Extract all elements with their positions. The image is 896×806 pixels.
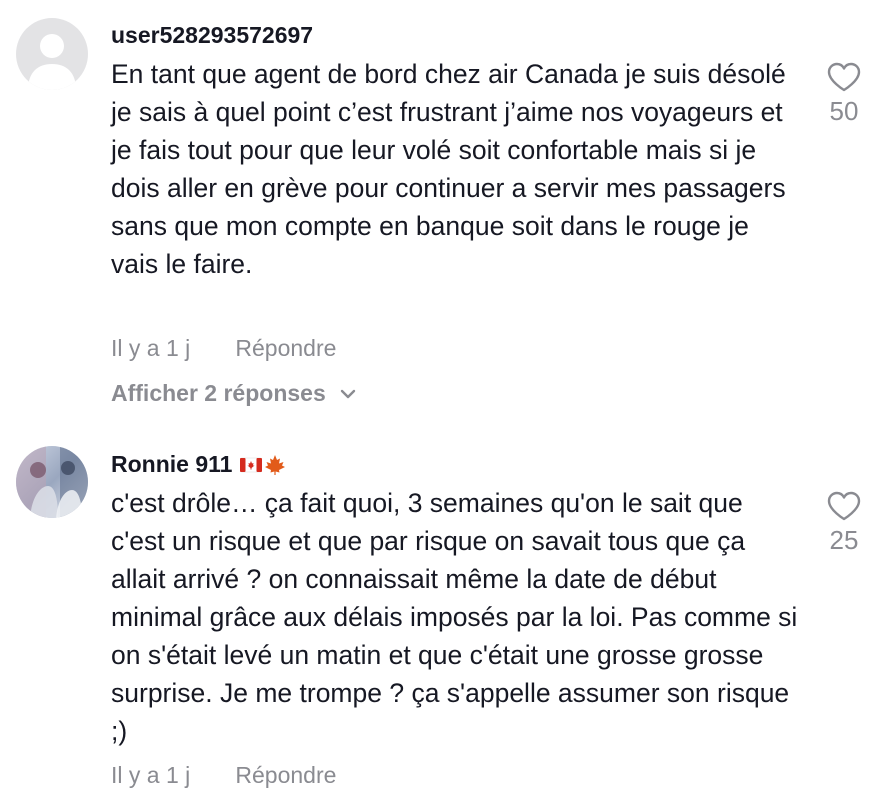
- canada-flag-icon: [240, 457, 263, 472]
- comment-timestamp: Il y a 1 j: [111, 762, 191, 788]
- comment-username[interactable]: user528293572697: [111, 22, 313, 49]
- comment-timestamp: Il y a 1 j: [111, 335, 191, 361]
- reply-button[interactable]: Répondre: [235, 762, 336, 788]
- like-control: 50: [818, 62, 870, 127]
- avatar[interactable]: [16, 446, 88, 518]
- username-text: user528293572697: [111, 22, 314, 48]
- default-avatar-icon: [16, 18, 88, 90]
- view-replies-button[interactable]: Afficher 2 réponses: [111, 380, 356, 407]
- username-emojis: [240, 454, 286, 476]
- maple-leaf-icon: [265, 454, 286, 475]
- heart-icon[interactable]: [827, 491, 861, 521]
- comment-text: En tant que agent de bord chez air Canad…: [111, 59, 786, 279]
- comment-meta: Il y a 1 j Répondre: [111, 762, 336, 789]
- user-photo-icon: [16, 446, 88, 518]
- like-control: 25: [818, 491, 870, 556]
- comment-text: c'est drôle… ça fait quoi, 3 semaines qu…: [111, 488, 798, 746]
- username-text: Ronnie 911: [111, 451, 233, 477]
- comment-username[interactable]: Ronnie 911: [111, 451, 286, 478]
- chevron-down-icon: [340, 389, 355, 398]
- avatar[interactable]: [16, 18, 88, 90]
- heart-icon[interactable]: [827, 62, 861, 92]
- comment-meta: Il y a 1 j Répondre: [111, 335, 336, 362]
- like-count: 25: [829, 525, 859, 555]
- reply-button[interactable]: Répondre: [235, 335, 336, 361]
- view-replies-label: Afficher 2 réponses: [111, 380, 326, 406]
- like-count: 50: [829, 96, 859, 126]
